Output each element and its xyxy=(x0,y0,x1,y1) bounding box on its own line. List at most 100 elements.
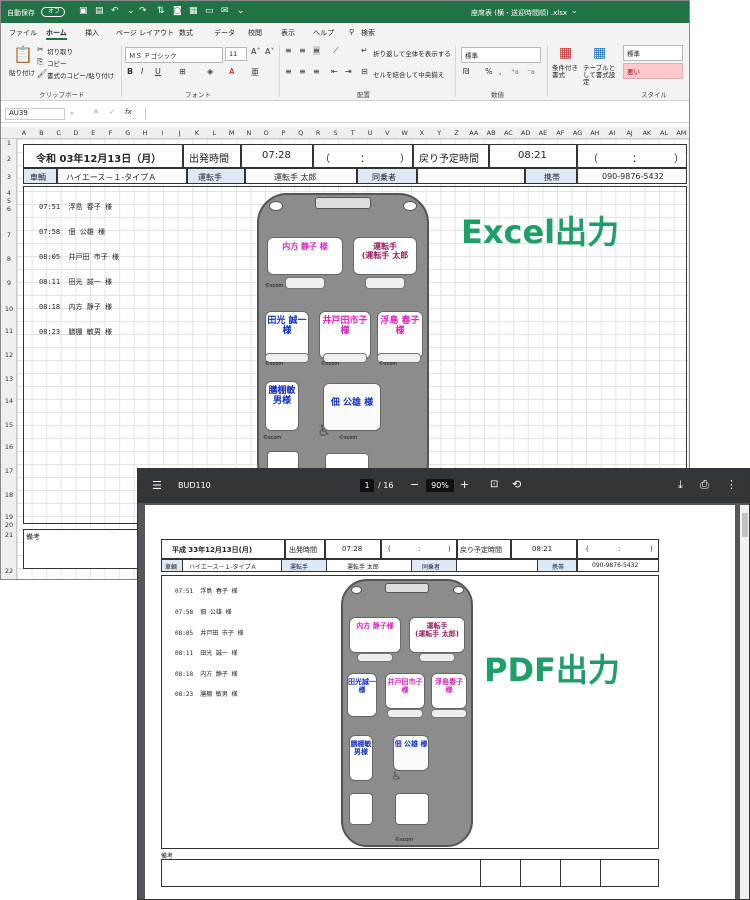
wrap-text-button[interactable]: 折り返して全体を表示する xyxy=(373,48,451,58)
column-header[interactable]: C xyxy=(52,129,66,137)
row-header[interactable]: 14 xyxy=(1,397,17,405)
depart-time-cell[interactable]: 07:28 xyxy=(241,144,313,168)
search-icon[interactable]: ⚲ xyxy=(349,28,354,36)
column-header[interactable]: AI xyxy=(605,129,619,137)
column-header[interactable]: B xyxy=(34,129,48,137)
decrease-font-icon[interactable]: A˅ xyxy=(265,47,274,56)
row-header[interactable]: 9 xyxy=(1,279,17,287)
rotate-icon[interactable]: ⟲ xyxy=(512,478,521,491)
name-box[interactable]: AU39 xyxy=(5,108,65,120)
style-bad[interactable]: 悪い xyxy=(623,63,683,79)
search-label[interactable]: 検索 xyxy=(361,28,375,38)
row-header[interactable]: 21 xyxy=(1,531,17,539)
column-header[interactable]: AG xyxy=(571,129,585,137)
column-header[interactable]: T xyxy=(346,129,360,137)
companion-cell[interactable] xyxy=(417,168,525,184)
bold-icon[interactable]: B xyxy=(127,67,133,76)
tab-home[interactable]: ホーム xyxy=(46,28,67,40)
email-icon[interactable]: ✉ xyxy=(221,6,229,16)
column-header[interactable]: AE xyxy=(536,129,550,137)
paste-icon[interactable]: 📋 xyxy=(13,45,33,64)
customize-qat-icon[interactable]: ⌄ xyxy=(237,6,245,16)
seat-row2-right[interactable]: 浮島 春子 様 xyxy=(377,311,423,359)
cut-icon[interactable]: ✂ xyxy=(37,45,44,54)
title-dropdown-icon[interactable]: ⌄ xyxy=(571,6,578,15)
table-icon[interactable]: ▤ xyxy=(95,6,104,16)
column-header[interactable]: J xyxy=(173,129,187,137)
row-header[interactable]: 18 xyxy=(1,491,17,499)
increase-font-icon[interactable]: A˄ xyxy=(251,47,260,56)
tab-review[interactable]: 校閲 xyxy=(248,28,262,38)
row-header[interactable]: 2 xyxy=(1,155,17,163)
tab-insert[interactable]: 挿入 xyxy=(85,28,99,38)
column-header[interactable]: AA xyxy=(467,129,481,137)
currency-icon[interactable]: ₪ xyxy=(463,67,469,76)
row-header[interactable]: 20 xyxy=(1,521,17,529)
align-top-icon[interactable]: ≡ xyxy=(285,46,292,55)
underline-icon[interactable]: U xyxy=(155,67,161,76)
column-header[interactable]: L xyxy=(207,129,221,137)
name-box-dropdown-icon[interactable]: ⌄ xyxy=(69,108,75,116)
align-center-icon[interactable]: ≡ xyxy=(299,67,306,76)
row-header[interactable]: 1 xyxy=(1,139,17,147)
wheelchair-space[interactable]: 佃 公雄 様 xyxy=(323,383,381,431)
align-right-icon[interactable]: ≡ xyxy=(313,67,320,76)
save-icon[interactable]: ▣ xyxy=(79,6,88,16)
zoom-input[interactable]: 90% xyxy=(426,479,454,492)
format-painter-icon[interactable]: 🖌 xyxy=(37,69,47,78)
column-header[interactable]: N xyxy=(242,129,256,137)
column-header[interactable]: G xyxy=(121,129,135,137)
insert-function-icon[interactable]: fx xyxy=(125,108,132,116)
paste-button[interactable]: 貼り付け xyxy=(9,67,35,77)
more-options-icon[interactable]: ⋮ xyxy=(726,478,737,491)
decrease-decimal-icon[interactable]: ⁻₀ xyxy=(527,67,534,76)
comma-icon[interactable]: , xyxy=(499,67,502,76)
row-header[interactable]: 8 xyxy=(1,255,17,263)
column-header[interactable]: AJ xyxy=(623,129,637,137)
row-header[interactable]: 13 xyxy=(1,375,17,383)
table-format-icon[interactable]: ▦ xyxy=(593,45,606,61)
tab-page-layout[interactable]: ページ レイアウト xyxy=(116,28,174,38)
column-header[interactable]: AF xyxy=(553,129,567,137)
row-header[interactable]: 6 xyxy=(1,205,17,213)
wrap-text-icon[interactable]: ↵ xyxy=(361,46,368,55)
vehicle-cell[interactable]: ハイエース－１-タイプＡ xyxy=(57,168,187,184)
return-label-cell[interactable]: 戻り予定時間 xyxy=(413,144,489,168)
row-header[interactable]: 10 xyxy=(1,305,17,313)
format-painter-button[interactable]: 書式のコピー/貼り付け xyxy=(47,70,114,80)
row-header[interactable]: 11 xyxy=(1,327,17,335)
passenger-item[interactable]: 08:23 膳棚 敏男 様 xyxy=(39,327,112,337)
column-header[interactable]: U xyxy=(363,129,377,137)
column-header[interactable]: Y xyxy=(432,129,446,137)
passenger-item[interactable]: 08:18 内方 静子 様 xyxy=(39,302,112,312)
align-bottom-icon[interactable]: ≡ xyxy=(313,46,320,55)
row-header[interactable]: 4 xyxy=(1,189,17,197)
row-header[interactable]: 15 xyxy=(1,421,17,429)
column-header[interactable]: Q xyxy=(294,129,308,137)
row-header[interactable]: 16 xyxy=(1,443,17,451)
row-header[interactable]: 17 xyxy=(1,467,17,475)
orientation-icon[interactable]: ⟋ xyxy=(333,46,339,56)
vehicle-label-cell[interactable]: 車輌 xyxy=(23,168,57,184)
undo-dropdown-icon[interactable]: ⌄ xyxy=(127,6,135,16)
percent-icon[interactable]: % xyxy=(485,67,493,76)
passenger-item[interactable]: 08:05 井戸田 市子 様 xyxy=(39,252,119,262)
column-header[interactable]: AB xyxy=(484,129,498,137)
return-time-cell[interactable]: 08:21 xyxy=(489,144,577,168)
seat-row2-left[interactable]: 田光 誠一様 xyxy=(265,311,309,359)
driver-cell[interactable]: 運転手 太郎 xyxy=(245,168,357,184)
passenger-item[interactable]: 07:51 浮島 春子 様 xyxy=(39,202,112,212)
sort-icon[interactable]: ⇅ xyxy=(157,6,165,16)
menu-icon[interactable]: ☰ xyxy=(152,479,162,492)
column-header[interactable]: E xyxy=(86,129,100,137)
align-middle-icon[interactable]: ≡ xyxy=(299,46,306,55)
download-icon[interactable]: ⤓ xyxy=(678,478,683,492)
font-color-icon[interactable]: A xyxy=(229,67,234,76)
conditional-format-icon[interactable]: ▦ xyxy=(559,45,572,61)
page-number-input[interactable]: 1 xyxy=(360,479,374,492)
style-normal[interactable]: 標準 xyxy=(623,45,683,61)
column-header[interactable]: W xyxy=(398,129,412,137)
copy-icon[interactable]: ⎘ xyxy=(37,57,43,67)
format-as-table-button[interactable]: テーブルとして書式設定 xyxy=(583,64,621,86)
column-header[interactable]: AC xyxy=(501,129,515,137)
